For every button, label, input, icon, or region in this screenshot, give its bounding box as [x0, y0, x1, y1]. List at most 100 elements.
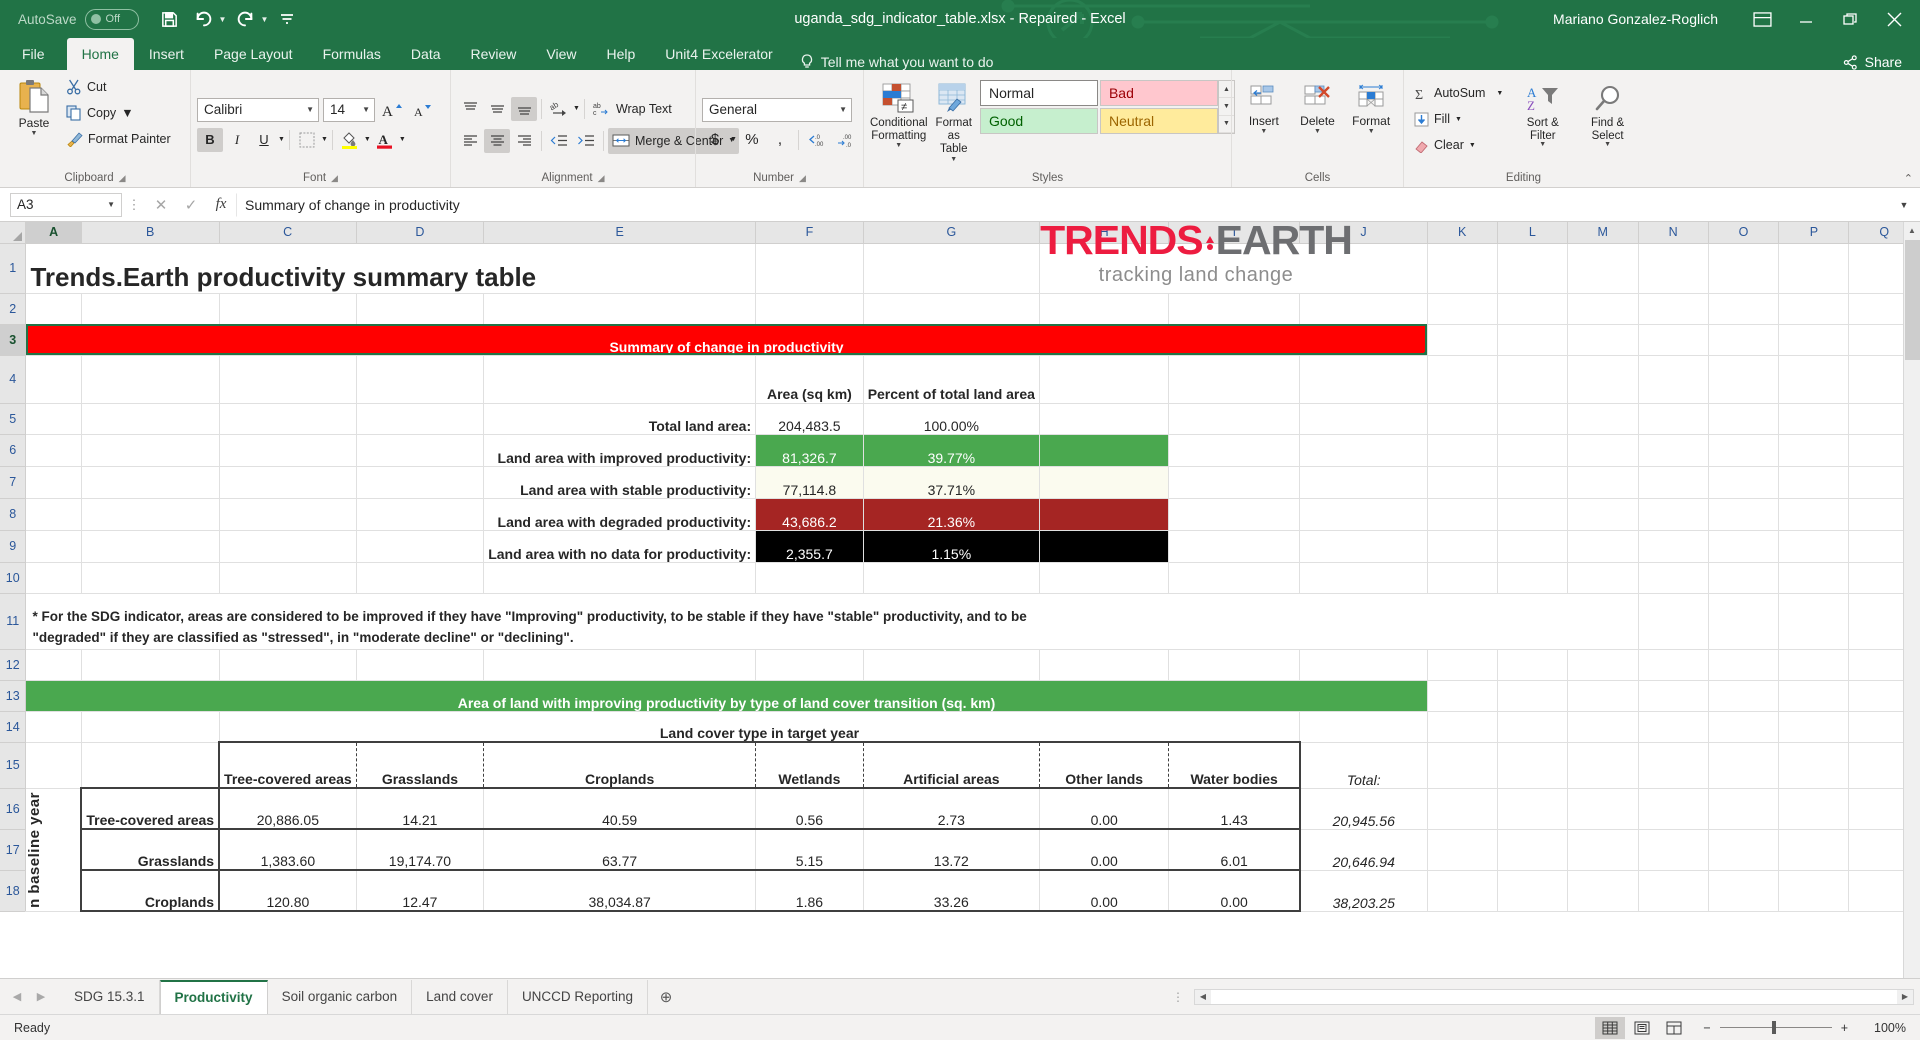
customize-qat-icon[interactable] — [272, 5, 302, 33]
find-select-dropdown-icon[interactable]: ▼ — [1604, 141, 1611, 149]
tab-split-handle[interactable]: ⋮ — [1162, 990, 1194, 1004]
select-all-corner[interactable] — [0, 222, 26, 243]
cell-m9[interactable] — [1567, 530, 1638, 562]
cell-o14[interactable] — [1708, 711, 1778, 742]
row-header-14[interactable]: 14 — [0, 711, 26, 742]
clear-dropdown-icon[interactable]: ▼ — [1469, 142, 1476, 149]
cell-style-good[interactable]: Good — [980, 108, 1098, 134]
cell-g2[interactable] — [863, 293, 1039, 324]
summary-area-total[interactable]: 204,483.5 — [756, 403, 864, 434]
column-header-m[interactable]: M — [1567, 222, 1638, 243]
cell-i2[interactable] — [1169, 293, 1300, 324]
cell-n2[interactable] — [1638, 293, 1708, 324]
cell-i12[interactable] — [1169, 649, 1300, 680]
ribbon-display-options-icon[interactable] — [1740, 0, 1784, 38]
borders-dropdown-icon[interactable]: ▼ — [321, 136, 328, 143]
column-header-g[interactable]: G — [863, 222, 1039, 243]
cell-i9[interactable] — [1169, 530, 1300, 562]
cell-j14[interactable] — [1300, 711, 1427, 742]
row-header-13[interactable]: 13 — [0, 680, 26, 711]
cell-f1[interactable] — [756, 243, 864, 293]
format-as-table-button[interactable]: Format as Table ▼ — [936, 78, 972, 164]
find-select-button[interactable]: Find & Select ▼ — [1578, 80, 1637, 149]
cell-o6[interactable] — [1708, 434, 1778, 466]
number-format-combo[interactable]: General ▼ — [702, 98, 852, 122]
cell-l18[interactable] — [1497, 870, 1567, 911]
cell-c9[interactable] — [219, 530, 356, 562]
cell-a4[interactable] — [26, 355, 81, 403]
transition-r1-c3[interactable]: 5.15 — [756, 829, 864, 870]
cell-o8[interactable] — [1708, 498, 1778, 530]
cell-n3[interactable] — [1638, 324, 1708, 355]
formula-input[interactable]: Summary of change in productivity — [236, 193, 1892, 217]
cell-k16[interactable] — [1427, 788, 1497, 829]
transition-r2-c0[interactable]: 120.80 — [219, 870, 356, 911]
cell-o17[interactable] — [1708, 829, 1778, 870]
increase-indent-button[interactable] — [573, 129, 599, 153]
transition-col-grasslands[interactable]: Grasslands — [356, 742, 484, 788]
delete-cells-button[interactable]: Delete ▼ — [1292, 80, 1344, 136]
cell-a14[interactable] — [26, 711, 81, 742]
cell-k10[interactable] — [1427, 562, 1497, 593]
column-header-l[interactable]: L — [1497, 222, 1567, 243]
spreadsheet-grid[interactable]: A B C D E F G H I J K L M N O P Q 1 Tren… — [0, 222, 1920, 978]
scroll-left-icon[interactable]: ◀ — [1195, 992, 1211, 1001]
cell-h4[interactable] — [1039, 355, 1168, 403]
cell-k7[interactable] — [1427, 466, 1497, 498]
delete-cells-dropdown-icon[interactable]: ▼ — [1314, 128, 1321, 136]
zoom-track[interactable] — [1720, 1027, 1832, 1028]
cell-o13[interactable] — [1708, 680, 1778, 711]
cell-o3[interactable] — [1708, 324, 1778, 355]
cell-c12[interactable] — [219, 649, 356, 680]
sheet-tab-unccd-reporting[interactable]: UNCCD Reporting — [508, 980, 648, 1014]
underline-dropdown-icon[interactable]: ▼ — [278, 136, 285, 143]
summary-percent-total[interactable]: 100.00% — [863, 403, 1039, 434]
header-area-sqkm[interactable]: Area (sq km) — [756, 355, 864, 403]
ribbon-tab-unit4-excelerator[interactable]: Unit4 Excelerator — [650, 38, 787, 70]
cell-m1[interactable] — [1567, 243, 1638, 293]
cell-n4[interactable] — [1638, 355, 1708, 403]
collapse-ribbon-icon[interactable]: ⌃ — [1904, 172, 1913, 185]
cell-m17[interactable] — [1567, 829, 1638, 870]
font-color-button[interactable]: A — [372, 128, 398, 152]
row-header-6[interactable]: 6 — [0, 434, 26, 466]
clear-button[interactable]: Clear ▼ — [1410, 132, 1507, 158]
cell-l16[interactable] — [1497, 788, 1567, 829]
summary-percent-improved[interactable]: 39.77% — [863, 434, 1039, 466]
cell-k2[interactable] — [1427, 293, 1497, 324]
underline-button[interactable]: U — [251, 128, 277, 152]
increase-font-size-button[interactable]: A — [379, 98, 405, 122]
summary-label-improved[interactable]: Land area with improved productivity: — [484, 434, 756, 466]
cell-a13-transition-banner[interactable]: Area of land with improving productivity… — [26, 680, 1427, 711]
align-bottom-button[interactable] — [511, 97, 537, 121]
cell-g12[interactable] — [863, 649, 1039, 680]
cell-k5[interactable] — [1427, 403, 1497, 434]
transition-col-total[interactable]: Total: — [1300, 742, 1427, 788]
cell-o2[interactable] — [1708, 293, 1778, 324]
cell-c7[interactable] — [219, 466, 356, 498]
cell-c2[interactable] — [219, 293, 356, 324]
cell-p9[interactable] — [1779, 530, 1849, 562]
font-color-dropdown-icon[interactable]: ▼ — [399, 136, 406, 143]
page-break-preview-icon[interactable] — [1659, 1017, 1689, 1039]
cell-l10[interactable] — [1497, 562, 1567, 593]
cell-p7[interactable] — [1779, 466, 1849, 498]
cell-k15[interactable] — [1427, 742, 1497, 788]
zoom-thumb[interactable] — [1772, 1021, 1776, 1034]
cell-o4[interactable] — [1708, 355, 1778, 403]
cell-a8[interactable] — [26, 498, 81, 530]
font-dialog-launcher[interactable]: ◢ — [331, 169, 338, 187]
cell-j8[interactable] — [1300, 498, 1427, 530]
cell-m5[interactable] — [1567, 403, 1638, 434]
cell-h5[interactable] — [1039, 403, 1168, 434]
horizontal-scroll-thumb[interactable] — [1211, 990, 1897, 1004]
cell-f2[interactable] — [756, 293, 864, 324]
cell-c10[interactable] — [219, 562, 356, 593]
transition-r0-c1[interactable]: 14.21 — [356, 788, 484, 829]
cell-n11[interactable] — [1638, 593, 1708, 649]
cell-m16[interactable] — [1567, 788, 1638, 829]
transition-r0-c5[interactable]: 0.00 — [1039, 788, 1168, 829]
zoom-in-button[interactable]: + — [1841, 1021, 1848, 1035]
horizontal-scrollbar[interactable]: ◀ ▶ — [1194, 989, 1914, 1005]
summary-percent-degraded[interactable]: 21.36% — [863, 498, 1039, 530]
